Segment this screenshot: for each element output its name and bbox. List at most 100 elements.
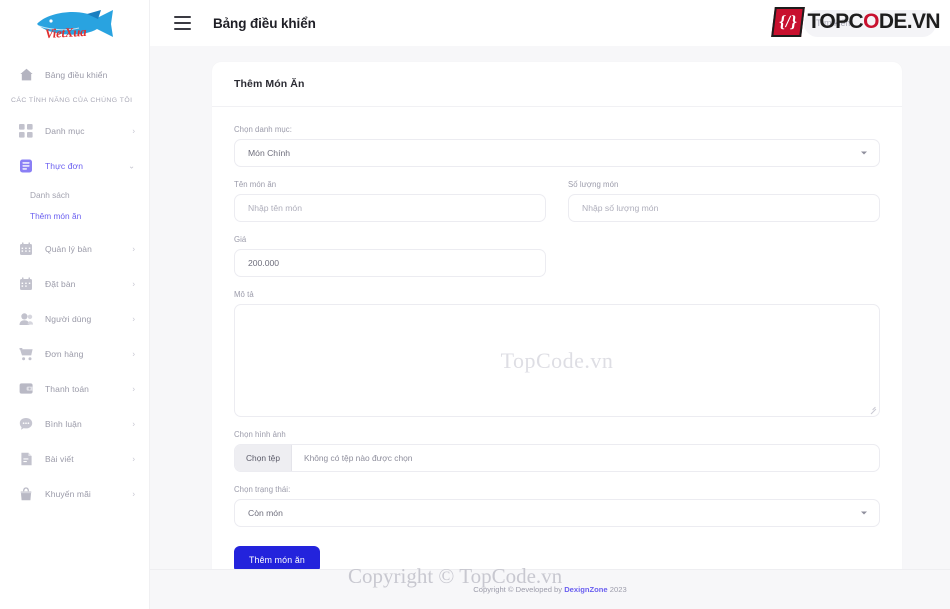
- sidebar-item-quan-ly-ban[interactable]: Quản lý bàn ›: [0, 236, 149, 261]
- row-price: Giá 200.000: [234, 235, 880, 277]
- add-dish-form: Chọn danh mục: Món Chính Tên món ăn Nhập…: [212, 107, 902, 597]
- brand-logo[interactable]: VietXua: [0, 0, 149, 48]
- field-label: Tên món ăn: [234, 180, 277, 189]
- wallet-icon: [18, 381, 34, 397]
- field-dish-name: Tên món ăn Nhập tên món: [234, 180, 546, 222]
- price-value: 200.000: [248, 258, 280, 268]
- description-textarea[interactable]: TopCode.vn: [234, 304, 880, 417]
- field-label: Chọn danh mục:: [234, 125, 292, 134]
- sidebar-item-label: Quản lý bàn: [45, 243, 92, 254]
- sidebar-subitem-label: Thêm món ăn: [30, 210, 82, 221]
- field-label: Mô tả: [234, 290, 254, 299]
- sidebar-item-binh-luan[interactable]: Bình luận ›: [0, 411, 149, 436]
- resize-handle-icon[interactable]: [869, 406, 877, 414]
- sidebar-subitem-them-mon-an[interactable]: Thêm món ăn: [0, 205, 149, 226]
- sidebar-item-dashboard[interactable]: Bảng điều khiển: [0, 62, 149, 87]
- menu-list-icon: [18, 158, 34, 174]
- top-header: Bảng điều khiển: [150, 0, 950, 46]
- sidebar-item-khuyen-mai[interactable]: Khuyến mãi ›: [0, 481, 149, 506]
- field-description: Mô tả TopCode.vn: [234, 290, 880, 417]
- sidebar-item-label: Người dùng: [45, 313, 92, 324]
- chevron-right-icon: ›: [132, 349, 135, 358]
- choose-file-button[interactable]: Chọn tệp: [235, 445, 292, 471]
- quantity-input[interactable]: Nhập số lượng món: [568, 194, 880, 222]
- sidebar-item-don-hang[interactable]: Đơn hàng ›: [0, 341, 149, 366]
- chevron-down-icon: [861, 511, 867, 515]
- field-category: Chọn danh mục: Món Chính: [234, 125, 880, 167]
- app-root: VietXua Bảng điều khiển CÁC TÍNH NĂNG CỦ…: [0, 0, 950, 609]
- field-label: Chọn trạng thái:: [234, 485, 291, 494]
- gift-bag-icon: [18, 486, 34, 502]
- sidebar-item-bai-viet[interactable]: Bài viết ›: [0, 446, 149, 471]
- field-quantity: Số lượng món Nhập số lượng món: [568, 180, 880, 222]
- sidebar-item-thuc-don[interactable]: Thực đơn ⌄: [0, 153, 149, 178]
- file-input[interactable]: Chọn tệp Không có tệp nào được chọn: [234, 444, 880, 472]
- sidebar-submenu-thuc-don: Danh sách Thêm món ăn: [0, 184, 149, 226]
- footer-copyright: Copyright © Developed by DexignZone 2023: [473, 585, 626, 594]
- chevron-down-icon: ⌄: [128, 161, 135, 170]
- field-status: Chọn trạng thái: Còn món: [234, 485, 880, 527]
- sidebar-item-dat-ban[interactable]: Đặt bàn ›: [0, 271, 149, 296]
- calendar-icon: [18, 241, 34, 257]
- document-icon: [18, 451, 34, 467]
- sidebar-item-label: Đơn hàng: [45, 348, 84, 359]
- sidebar-item-label: Bình luận: [45, 418, 82, 429]
- footer-brand-link[interactable]: DexignZone: [564, 585, 607, 594]
- status-select[interactable]: Còn món: [234, 499, 880, 527]
- main-content: Thêm Món Ăn Chọn danh mục: Món Chính Tên…: [150, 46, 950, 609]
- cart-icon: [18, 346, 34, 362]
- sidebar-item-danh-muc[interactable]: Danh mục ›: [0, 118, 149, 143]
- chevron-right-icon: ›: [132, 244, 135, 253]
- field-price: Giá 200.000: [234, 235, 546, 277]
- row-name-quantity: Tên món ăn Nhập tên món Số lượng món Nhậ…: [234, 180, 880, 222]
- category-select[interactable]: Món Chính: [234, 139, 880, 167]
- sidebar-nav: Bảng điều khiển CÁC TÍNH NĂNG CỦA CHÚNG …: [0, 48, 149, 506]
- add-dish-card: Thêm Món Ăn Chọn danh mục: Món Chính Tên…: [212, 62, 902, 597]
- sidebar-subitem-label: Danh sách: [30, 189, 70, 200]
- footer-year: 2023: [609, 585, 627, 594]
- sidebar-item-label: Đặt bàn: [45, 278, 76, 289]
- status-select-value: Còn món: [248, 508, 283, 518]
- grid-icon: [18, 123, 34, 139]
- chevron-right-icon: ›: [132, 384, 135, 393]
- users-icon: [18, 311, 34, 327]
- sidebar-item-label: Thực đơn: [45, 160, 84, 171]
- field-image: Chọn hình ảnh Chọn tệp Không có tệp nào …: [234, 430, 880, 472]
- sidebar-item-thanh-toan[interactable]: Thanh toán ›: [0, 376, 149, 401]
- brand-name: VietXua: [44, 23, 87, 42]
- chevron-right-icon: ›: [132, 489, 135, 498]
- hamburger-menu-icon[interactable]: [174, 16, 191, 30]
- footer-prefix: Copyright © Developed by: [473, 585, 563, 594]
- search-input[interactable]: [816, 18, 924, 28]
- dish-name-input[interactable]: Nhập tên món: [234, 194, 546, 222]
- chat-icon: [18, 416, 34, 432]
- chevron-down-icon: [861, 151, 867, 155]
- header-actions: [804, 9, 936, 37]
- search-box[interactable]: [804, 9, 936, 37]
- sidebar-item-nguoi-dung[interactable]: Người dùng ›: [0, 306, 149, 331]
- sidebar-item-label: Bài viết: [45, 453, 74, 464]
- card-header: Thêm Món Ăn: [212, 62, 902, 107]
- price-input[interactable]: 200.000: [234, 249, 546, 277]
- sidebar-item-label: Thanh toán: [45, 383, 90, 394]
- sidebar-item-label: Danh mục: [45, 125, 85, 136]
- sidebar-section-heading: CÁC TÍNH NĂNG CỦA CHÚNG TÔI: [11, 97, 133, 104]
- file-status-text: Không có tệp nào được chọn: [304, 453, 413, 463]
- chevron-right-icon: ›: [132, 279, 135, 288]
- calendar-icon: [18, 276, 34, 292]
- sidebar: VietXua Bảng điều khiển CÁC TÍNH NĂNG CỦ…: [0, 0, 150, 609]
- home-icon: [18, 67, 34, 83]
- chevron-right-icon: ›: [132, 419, 135, 428]
- page-title: Bảng điều khiển: [213, 15, 316, 31]
- chevron-right-icon: ›: [132, 454, 135, 463]
- sidebar-item-label: Khuyến mãi: [45, 488, 91, 499]
- page-footer: Copyright © Developed by DexignZone 2023: [150, 569, 950, 609]
- row-price-spacer: [568, 235, 880, 277]
- chevron-right-icon: ›: [132, 126, 135, 135]
- chevron-right-icon: ›: [132, 314, 135, 323]
- field-label: Số lượng món: [568, 180, 619, 189]
- sidebar-subitem-danh-sach[interactable]: Danh sách: [0, 184, 149, 205]
- quantity-placeholder: Nhập số lượng món: [582, 203, 659, 213]
- category-select-value: Món Chính: [248, 148, 291, 158]
- sidebar-item-label: Bảng điều khiển: [45, 69, 108, 80]
